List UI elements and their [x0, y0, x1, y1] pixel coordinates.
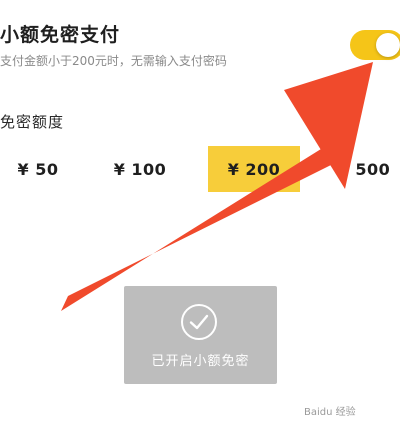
watermark: Baidu 经验	[304, 407, 356, 418]
arrow-shaft	[61, 149, 331, 311]
annotation-arrow	[61, 62, 373, 311]
